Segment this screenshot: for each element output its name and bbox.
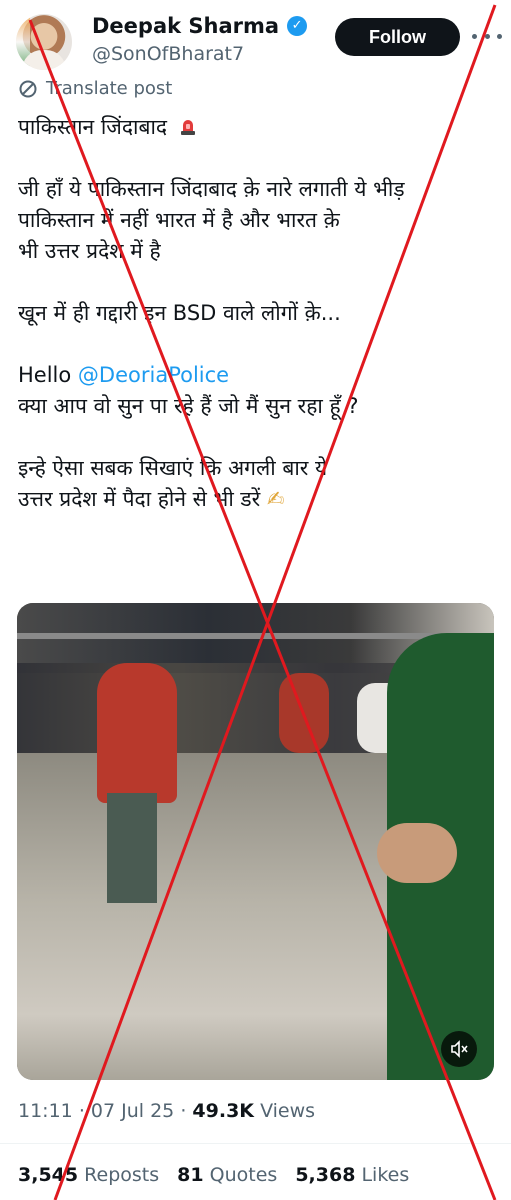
views-count: 49.3K	[192, 1100, 255, 1122]
tweet-line: जी हाँ ये पाकिस्तान जिंदाबाद क़े नारे लग…	[18, 177, 405, 201]
likes-label: Likes	[361, 1164, 410, 1186]
tweet-line: भी उत्तर प्रदेश में है	[18, 239, 161, 263]
engagement-stats: 3,545 Reposts 81 Quotes 5,368 Likes	[18, 1164, 409, 1186]
author-name[interactable]: Deepak Sharma	[92, 14, 279, 38]
reposts-count: 3,545	[18, 1164, 79, 1186]
tweet-hello: Hello	[18, 363, 72, 387]
reposts-label: Reposts	[84, 1164, 160, 1186]
author-name-row: Deepak Sharma ✓	[92, 14, 308, 38]
tweet-line: उत्तर प्रदेश में पैदा होने से भी डरें	[18, 487, 261, 511]
quotes-stat[interactable]: 81 Quotes	[177, 1164, 277, 1186]
meta-separator: ·	[180, 1100, 187, 1122]
mute-icon[interactable]	[441, 1031, 477, 1067]
divider	[0, 1143, 511, 1144]
writing-hand-emoji: ✍	[266, 487, 285, 511]
tweet-line: पाकिस्तान में नहीं भारत में है और भारत क…	[18, 208, 340, 232]
reposts-stat[interactable]: 3,545 Reposts	[18, 1164, 159, 1186]
tweet-line: इन्हे ऐसा सबक सिखाएं कि अगली बार ये	[18, 456, 328, 480]
likes-stat[interactable]: 5,368 Likes	[295, 1164, 409, 1186]
post-header: Deepak Sharma ✓ @SonOfBharat7 Follow	[0, 0, 511, 80]
likes-count: 5,368	[295, 1164, 356, 1186]
mention-link[interactable]: @DeoriaPolice	[78, 363, 229, 387]
author-handle[interactable]: @SonOfBharat7	[92, 43, 244, 65]
post-time[interactable]: 11:11	[18, 1100, 73, 1122]
meta-separator: ·	[78, 1100, 85, 1122]
post-date[interactable]: 07 Jul 25	[91, 1100, 174, 1122]
quotes-count: 81	[177, 1164, 204, 1186]
translate-post-link[interactable]: Translate post	[18, 78, 172, 99]
verified-icon: ✓	[287, 16, 308, 36]
tweet-line: पाकिस्तान जिंदाबाद	[18, 115, 168, 139]
video-media[interactable]	[17, 603, 494, 1080]
translate-icon	[19, 80, 37, 97]
more-icon[interactable]	[472, 24, 502, 48]
siren-icon	[180, 120, 195, 135]
translate-label: Translate post	[46, 78, 173, 99]
tweet-text: पाकिस्तान जिंदाबाद जी हाँ ये पाकिस्तान ज…	[18, 112, 488, 515]
quotes-label: Quotes	[209, 1164, 278, 1186]
avatar[interactable]	[16, 14, 72, 70]
follow-button[interactable]: Follow	[335, 18, 460, 56]
tweet-line: खून में ही गद्दारी इन BSD वाले लोगों क़े…	[18, 301, 341, 325]
views-label: Views	[260, 1100, 316, 1122]
tweet-line: क्या आप वो सुन पा रहे हैं जो मैं सुन रहा…	[18, 394, 359, 418]
post-meta: 11:11 · 07 Jul 25 · 49.3K Views	[18, 1100, 315, 1122]
